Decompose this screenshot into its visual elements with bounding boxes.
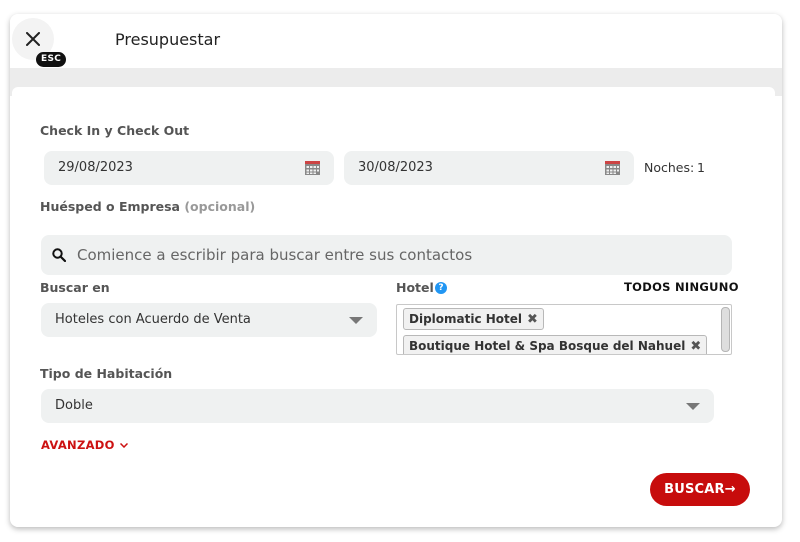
- room-type-selected: Doble: [55, 398, 93, 413]
- checkin-date-value: 29/08/2023: [58, 160, 133, 175]
- presupuestar-modal: ESC Presupuestar Check In y Check Out 29…: [10, 14, 782, 527]
- remove-chip-icon[interactable]: ✖: [527, 310, 538, 330]
- help-icon[interactable]: ?: [435, 282, 447, 294]
- checkout-date-value: 30/08/2023: [358, 160, 433, 175]
- guest-search-field[interactable]: [41, 235, 732, 275]
- select-none-button[interactable]: NINGUNO: [675, 280, 739, 294]
- page-title: Presupuestar: [115, 30, 221, 49]
- search-button[interactable]: BUSCAR→: [650, 473, 750, 506]
- modal-header: ESC Presupuestar: [10, 14, 782, 68]
- hotel-chip-label: Diplomatic Hotel: [409, 312, 523, 326]
- guest-label-text: Huésped o Empresa: [40, 199, 180, 214]
- guest-optional-text: (opcional): [184, 199, 256, 214]
- search-in-selected: Hoteles con Acuerdo de Venta: [55, 312, 251, 327]
- guest-label: Huésped o Empresa (opcional): [40, 199, 255, 214]
- calendar-icon: [305, 161, 320, 175]
- hotel-list-scrollbar[interactable]: [721, 307, 730, 352]
- room-type-select[interactable]: Doble: [41, 389, 714, 423]
- form-card: Check In y Check Out 29/08/2023 30/08/20…: [12, 87, 775, 527]
- nights-label: Noches:: [644, 160, 695, 175]
- caret-down-icon: [686, 403, 700, 410]
- advanced-toggle[interactable]: AVANZADO: [41, 438, 128, 452]
- calendar-icon: [605, 161, 620, 175]
- remove-chip-icon[interactable]: ✖: [690, 337, 701, 354]
- search-icon: [52, 248, 66, 262]
- search-button-label: BUSCAR: [664, 482, 725, 497]
- checkout-date-field[interactable]: 30/08/2023: [344, 151, 634, 185]
- caret-down-icon: [349, 317, 363, 324]
- hotel-chip-label: Boutique Hotel & Spa Bosque del Nahuel: [409, 339, 686, 353]
- hotel-chip: Boutique Hotel & Spa Bosque del Nahuel ✖: [403, 335, 708, 354]
- advanced-label: AVANZADO: [41, 438, 115, 452]
- hotel-chip: Diplomatic Hotel ✖: [403, 308, 544, 330]
- room-type-label: Tipo de Habitación: [40, 366, 173, 381]
- select-all-button[interactable]: TODOS: [624, 280, 671, 294]
- arrow-right-icon: →: [724, 482, 736, 497]
- checkin-label: Check In y Check Out: [40, 123, 190, 138]
- close-icon: [26, 32, 40, 46]
- checkin-date-field[interactable]: 29/08/2023: [44, 151, 334, 185]
- search-in-label: Buscar en: [40, 280, 110, 295]
- esc-badge: ESC: [36, 52, 67, 67]
- hotel-label: Hotel: [396, 280, 434, 295]
- nights-value: 1: [697, 160, 705, 175]
- guest-search-input[interactable]: [77, 235, 717, 275]
- search-in-select[interactable]: Hoteles con Acuerdo de Venta: [41, 303, 377, 337]
- hotel-multiselect[interactable]: Diplomatic Hotel ✖ Boutique Hotel & Spa B…: [396, 304, 732, 355]
- chevron-down-icon: [119, 442, 128, 449]
